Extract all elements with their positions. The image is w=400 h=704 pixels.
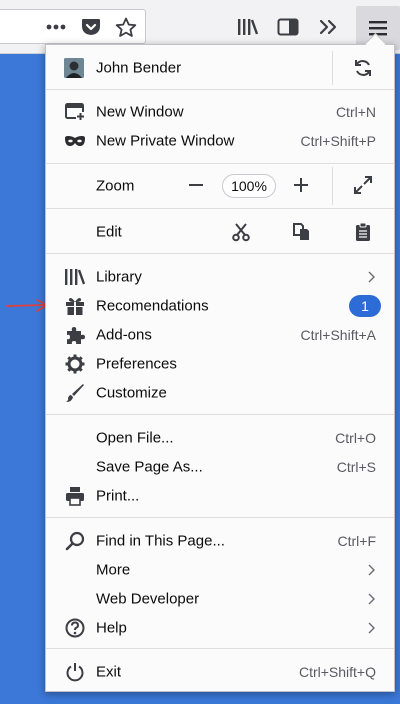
cut-icon[interactable] <box>231 222 253 244</box>
sync-icon[interactable] <box>353 58 375 80</box>
zoom-out-button[interactable] <box>186 175 208 197</box>
library-item[interactable]: Library <box>46 262 394 291</box>
new-window-shortcut: Ctrl+N <box>335 103 376 120</box>
library-icon[interactable] <box>236 16 260 38</box>
new-window-item[interactable]: New Window Ctrl+N <box>46 97 394 126</box>
account-row[interactable]: John Bender <box>46 51 394 85</box>
bookmark-star-icon[interactable] <box>114 16 138 38</box>
url-bar[interactable] <box>0 9 146 44</box>
help-icon <box>64 617 86 639</box>
separator <box>46 208 394 209</box>
separator <box>46 253 394 254</box>
edit-label: Edit <box>96 223 122 241</box>
zoom-divider <box>332 167 333 205</box>
library-icon <box>64 266 86 288</box>
find-item[interactable]: Find in This Page... Ctrl+F <box>46 526 394 555</box>
avatar <box>64 58 84 78</box>
zoom-in-button[interactable] <box>291 175 313 197</box>
puzzle-icon <box>64 324 86 346</box>
search-icon <box>64 530 86 552</box>
separator <box>46 414 394 415</box>
customize-item[interactable]: Customize <box>46 378 394 407</box>
separator <box>46 517 394 518</box>
sync-divider <box>332 51 333 85</box>
open-file-label: Open File... <box>96 429 174 446</box>
more-label: More <box>96 561 131 578</box>
open-file-shortcut: Ctrl+O <box>335 429 376 446</box>
zoom-reset-value[interactable]: 100% <box>222 174 276 198</box>
preferences-item[interactable]: Preferences <box>46 349 394 378</box>
printer-icon <box>64 485 86 507</box>
paintbrush-icon <box>64 382 86 404</box>
private-mask-icon <box>64 130 86 152</box>
save-page-item[interactable]: Save Page As... Ctrl+S <box>46 452 394 481</box>
web-developer-label: Web Developer <box>96 590 200 607</box>
exit-label: Exit <box>96 663 122 680</box>
more-item[interactable]: More <box>46 555 394 584</box>
open-file-item[interactable]: Open File... Ctrl+O <box>46 423 394 452</box>
fullscreen-icon[interactable] <box>353 175 375 197</box>
chevron-right-icon <box>368 564 375 575</box>
sidebar-icon[interactable] <box>276 16 300 38</box>
account-name: John Bender <box>96 59 182 77</box>
chevron-right-icon <box>368 622 375 633</box>
annotation-arrow <box>4 296 50 321</box>
new-private-window-shortcut: Ctrl+Shift+P <box>300 132 376 149</box>
print-item[interactable]: Print... <box>46 481 394 510</box>
library-label: Library <box>96 268 142 285</box>
find-label: Find in This Page... <box>96 532 225 549</box>
save-page-shortcut: Ctrl+S <box>336 458 376 475</box>
exit-item[interactable]: Exit Ctrl+Shift+Q <box>46 657 394 686</box>
recommendations-label: Recomendations <box>96 297 209 314</box>
addons-item[interactable]: Add-ons Ctrl+Shift+A <box>46 320 394 349</box>
paste-icon[interactable] <box>353 222 375 244</box>
zoom-row: Zoom 100% <box>46 167 394 205</box>
web-developer-item[interactable]: Web Developer <box>46 584 394 613</box>
new-private-window-item[interactable]: New Private Window Ctrl+Shift+P <box>46 126 394 155</box>
recommendations-item[interactable]: Recomendations 1 <box>46 291 394 320</box>
chevron-right-icon <box>368 593 375 604</box>
page-actions-icon[interactable] <box>44 18 68 36</box>
overflow-chevron-icon[interactable] <box>318 16 340 38</box>
edit-row: Edit <box>46 217 394 247</box>
gift-icon <box>64 295 86 317</box>
addons-label: Add-ons <box>96 326 152 343</box>
new-window-label: New Window <box>96 103 184 120</box>
app-menu-panel: John Bender New Window Ctrl+N New Privat… <box>45 44 395 692</box>
save-page-label: Save Page As... <box>96 458 203 475</box>
pocket-icon[interactable] <box>80 17 102 37</box>
copy-icon[interactable] <box>292 222 314 244</box>
separator <box>46 89 394 90</box>
power-icon <box>64 661 86 683</box>
addons-shortcut: Ctrl+Shift+A <box>300 326 376 343</box>
help-item[interactable]: Help <box>46 613 394 642</box>
preferences-label: Preferences <box>96 355 177 372</box>
gear-icon <box>64 353 86 375</box>
print-label: Print... <box>96 487 140 504</box>
separator <box>46 163 394 164</box>
customize-label: Customize <box>96 384 167 401</box>
exit-shortcut: Ctrl+Shift+Q <box>298 663 376 680</box>
separator <box>46 648 394 649</box>
new-private-window-label: New Private Window <box>96 132 235 149</box>
find-shortcut: Ctrl+F <box>337 532 377 549</box>
chevron-right-icon <box>368 271 375 282</box>
notification-badge: 1 <box>349 294 381 317</box>
zoom-label: Zoom <box>96 177 135 195</box>
new-window-icon <box>64 101 86 123</box>
help-label: Help <box>96 619 127 636</box>
